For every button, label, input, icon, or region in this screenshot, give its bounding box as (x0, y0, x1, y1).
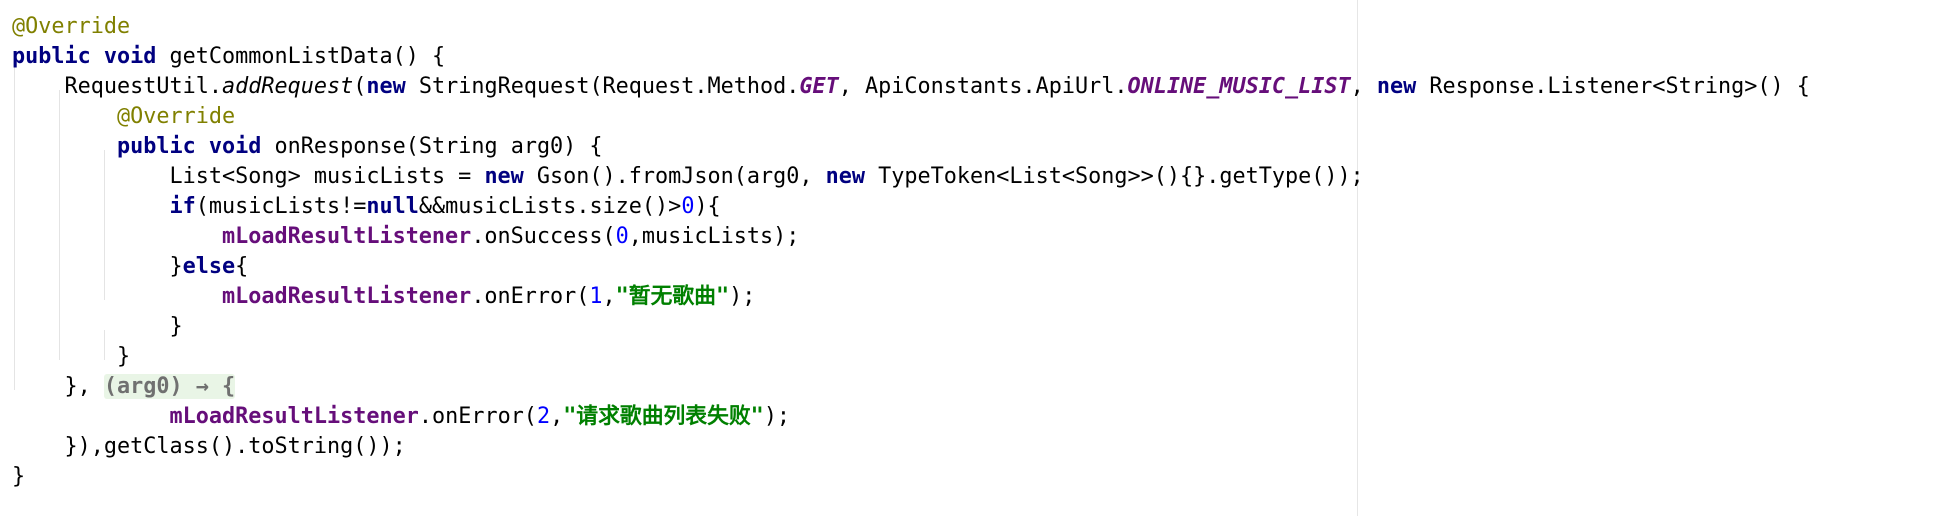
string-token: "暂无歌曲" (615, 284, 730, 309)
keyword-token: new (825, 164, 866, 189)
number-token: 0 (615, 224, 629, 249)
code-token: .onSuccess( (471, 224, 616, 249)
keyword-token: new (484, 164, 524, 189)
string-token: "请求歌曲列表失败" (563, 404, 764, 429)
keyword-token: if (169, 194, 196, 219)
code-line[interactable]: } (12, 312, 1810, 342)
code-line[interactable]: public void onResponse(String arg0) { (12, 132, 1810, 162)
static-constant-token: ONLINE_MUSIC_LIST (1127, 74, 1351, 99)
keyword-token: new (366, 74, 406, 99)
code-token: , (1350, 74, 1377, 99)
code-line[interactable]: mLoadResultListener.onSuccess(0,musicLis… (12, 222, 1810, 252)
keyword-token: void (103, 44, 157, 69)
code-editor[interactable]: @Override public void getCommonListData()… (0, 0, 1934, 516)
code-line[interactable]: if(musicLists!=null&&musicLists.size()>0… (12, 192, 1810, 222)
code-token: } (169, 314, 183, 339)
code-line[interactable]: mLoadResultListener.onError(1,"暂无歌曲"); (12, 282, 1810, 312)
code-token: onResponse(String arg0) { (261, 134, 603, 159)
code-line[interactable]: } (12, 462, 1810, 492)
code-token: , (602, 284, 616, 309)
code-line[interactable]: List<Song> musicLists = new Gson().fromJ… (12, 162, 1810, 192)
keyword-token: new (1376, 74, 1417, 99)
code-token: { (235, 254, 249, 279)
code-area[interactable]: @Override public void getCommonListData()… (12, 12, 1810, 492)
code-token: ); (729, 284, 756, 309)
code-line[interactable]: }, (arg0) → { (12, 372, 1810, 402)
code-token: } (12, 464, 26, 489)
code-token: ,musicLists); (628, 224, 800, 249)
code-token: , ApiConstants.ApiUrl. (838, 74, 1128, 99)
code-token: }, (64, 374, 104, 399)
code-token: Response.Listener<String>() { (1416, 74, 1810, 99)
field-token: mLoadResultListener (221, 224, 472, 249)
code-token: } (116, 344, 131, 369)
code-token: RequestUtil. (64, 74, 222, 99)
number-token: 0 (681, 194, 695, 219)
code-line[interactable]: public void getCommonListData() { (12, 42, 1810, 72)
static-method-token: addRequest (221, 74, 354, 99)
annotation-token: @Override (116, 104, 236, 129)
field-token: mLoadResultListener (169, 404, 419, 429)
code-token: List<Song> musicLists = (169, 164, 485, 189)
keyword-token: public (12, 44, 91, 69)
code-line[interactable]: mLoadResultListener.onError(2,"请求歌曲列表失败"… (12, 402, 1810, 432)
code-token: ); (763, 404, 791, 429)
code-line[interactable]: @Override (12, 102, 1810, 132)
code-line[interactable]: @Override (12, 12, 1810, 42)
code-line[interactable]: RequestUtil.addRequest(new StringRequest… (12, 72, 1810, 102)
keyword-token: void (208, 134, 262, 159)
code-token: } (169, 254, 183, 279)
annotation-token: @Override (12, 14, 131, 39)
keyword-token: else (182, 254, 236, 279)
code-token: TypeToken<List<Song>>(){}.getType()); (865, 164, 1364, 189)
code-token: , (550, 404, 564, 429)
code-token: &&musicLists.size()> (418, 194, 682, 219)
folded-lambda[interactable]: (arg0) → { (103, 374, 236, 399)
code-token: ){ (694, 194, 721, 219)
code-token: getCommonListData() { (156, 44, 446, 69)
code-token: }),getClass().toString()); (64, 434, 406, 459)
code-line[interactable]: }),getClass().toString()); (12, 432, 1810, 462)
code-token: ( (353, 74, 367, 99)
static-constant-token: GET (799, 74, 839, 99)
number-token: 2 (536, 404, 551, 429)
number-token: 1 (589, 284, 603, 309)
code-line[interactable]: } (12, 342, 1810, 372)
code-token: Gson().fromJson(arg0, (523, 164, 826, 189)
keyword-token: public (116, 134, 196, 159)
code-token: StringRequest(Request.Method. (405, 74, 800, 99)
field-token: mLoadResultListener (221, 284, 472, 309)
code-token: .onError( (471, 284, 590, 309)
code-token: .onError( (418, 404, 537, 429)
code-token: (musicLists!= (195, 194, 367, 219)
code-line[interactable]: }else{ (12, 252, 1810, 282)
keyword-token: null (366, 194, 419, 219)
